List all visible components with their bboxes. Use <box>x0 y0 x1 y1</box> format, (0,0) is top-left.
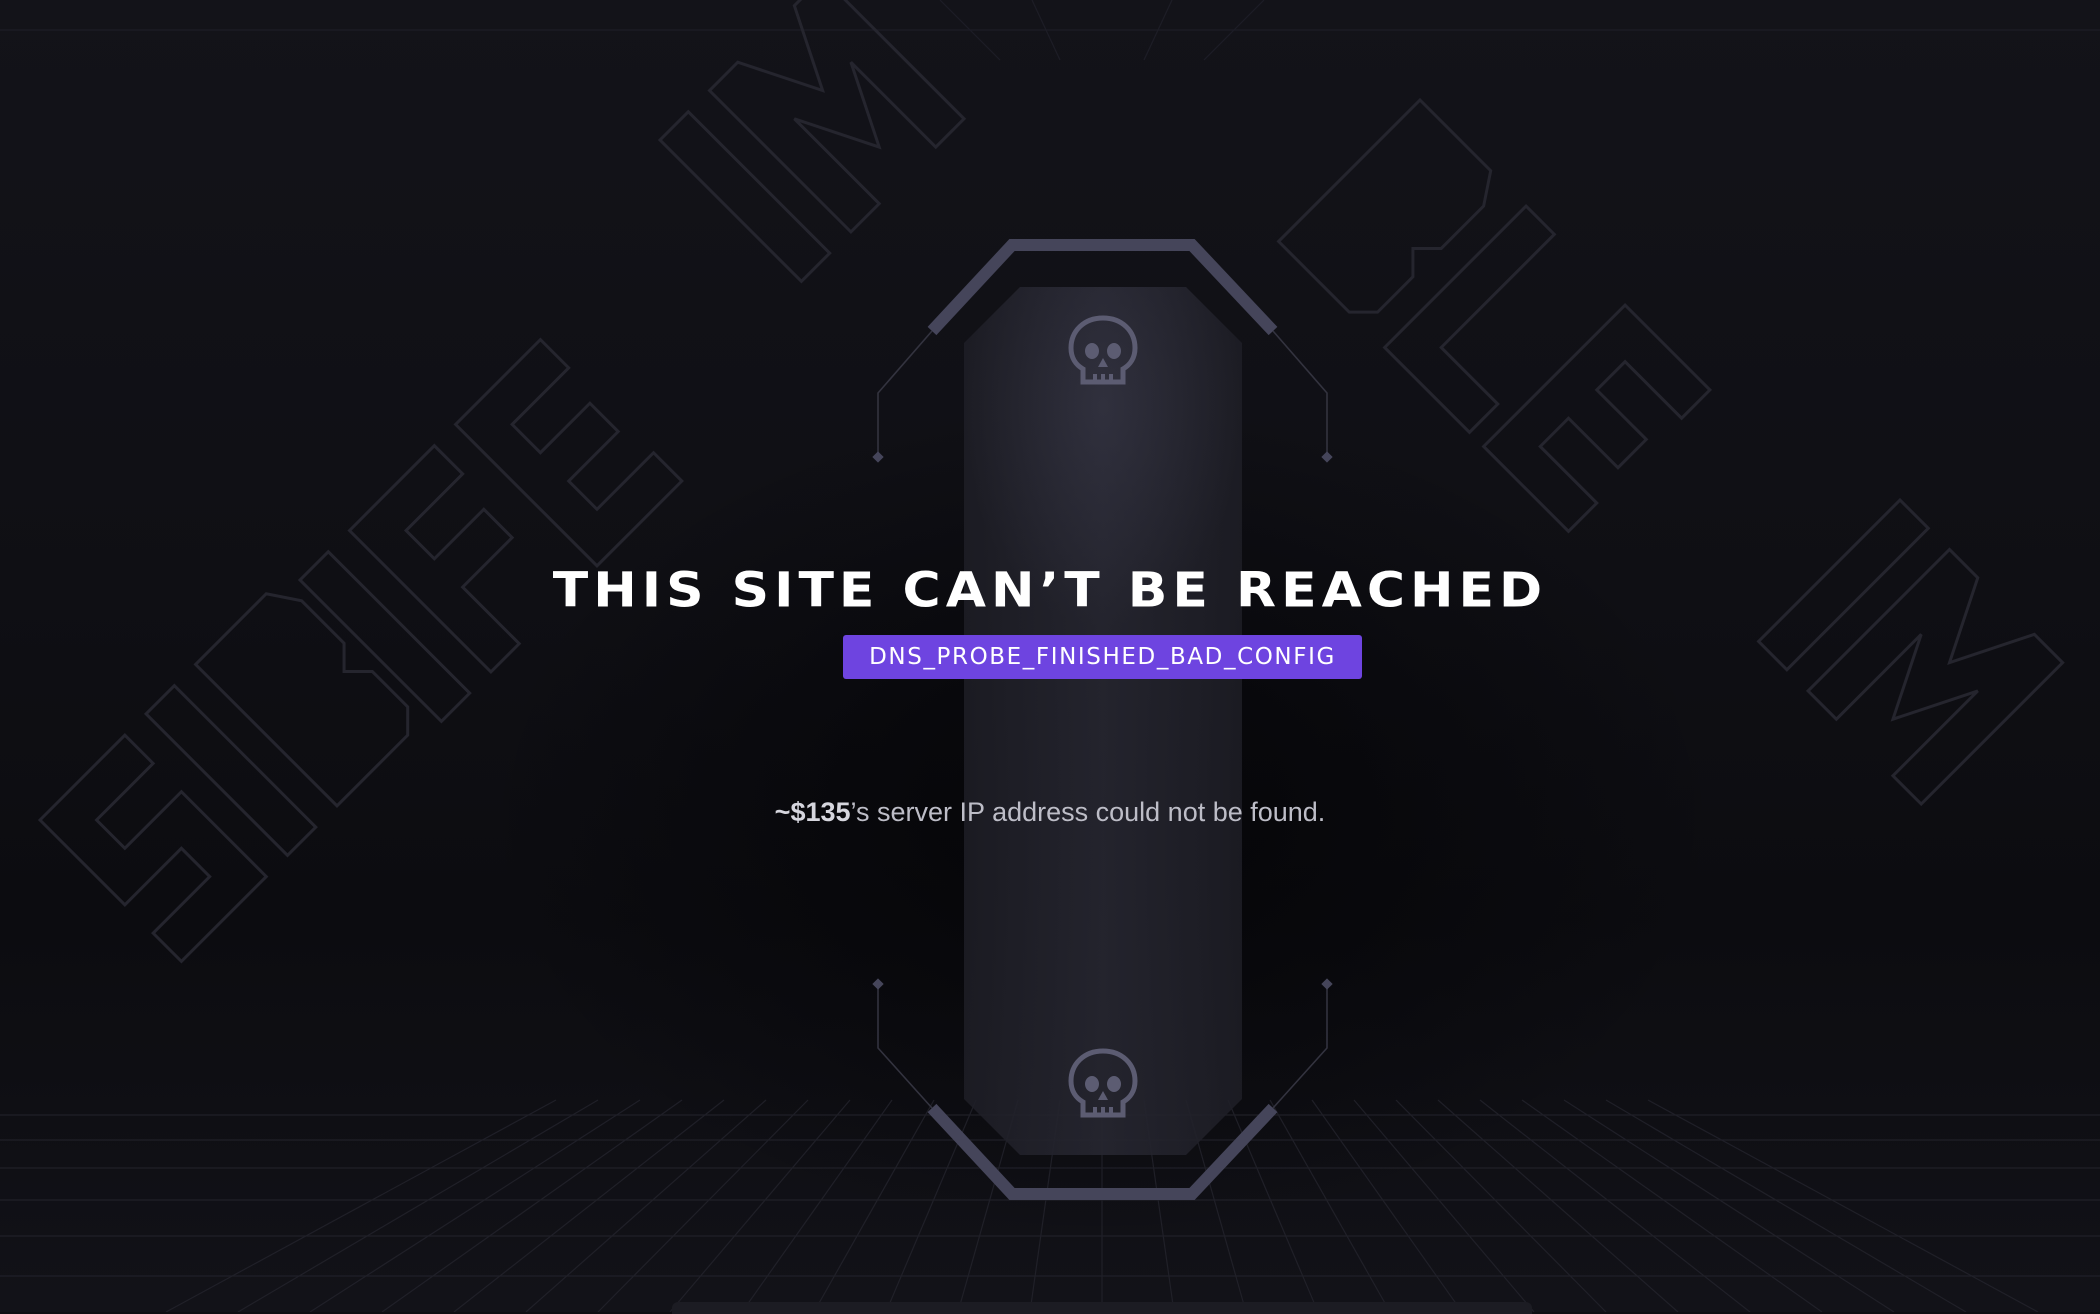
page-title: THIS SITE CAN’T BE REACHED <box>552 563 1548 619</box>
skull-icon <box>1068 315 1138 385</box>
frame-bottom-right-line <box>1272 985 1328 1109</box>
frame-dot <box>872 451 884 463</box>
frame-dot <box>872 978 884 990</box>
skull-icon <box>1068 1048 1138 1118</box>
bottom-bar <box>672 1302 1532 1314</box>
host-name: ~$135 <box>774 797 851 827</box>
frame-dot <box>1321 451 1333 463</box>
frame-bottom-left-line <box>877 985 933 1109</box>
frame-top-left-line <box>877 330 933 455</box>
error-code-badge: DNS_PROBE_FINISHED_BAD_CONFIG <box>843 635 1362 679</box>
error-message-text: ’s server IP address could not be found. <box>850 797 1326 827</box>
error-message: ~$135’s server IP address could not be f… <box>0 794 2100 830</box>
frame-dot <box>1321 978 1333 990</box>
frame-top-right-line <box>1272 330 1328 455</box>
